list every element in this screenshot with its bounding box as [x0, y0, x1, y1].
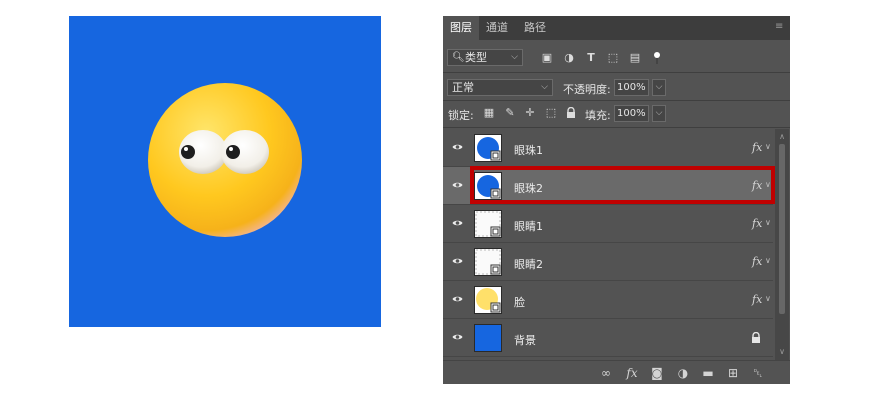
smart-object-filter-icon[interactable]: ▤ [629, 52, 641, 64]
tab-channels[interactable]: 通道 [479, 16, 515, 40]
opacity-input[interactable]: 100% [614, 79, 649, 96]
fill-dropdown-button[interactable]: ⌵ [652, 105, 666, 122]
chevron-down-icon: ⌵ [541, 82, 548, 92]
layer-thumbnail [474, 134, 502, 162]
layer-name[interactable]: 脸 [514, 294, 525, 310]
selection-highlight-box [470, 166, 775, 204]
layer-thumbnail [474, 248, 502, 276]
visibility-eye-icon[interactable] [452, 181, 463, 189]
fill-input[interactable]: 100% [614, 105, 649, 122]
pixel-filter-icon[interactable]: ▣ [541, 52, 553, 64]
lock-image-pixels-icon[interactable]: ✎ [504, 107, 516, 119]
visibility-eye-icon[interactable] [452, 295, 463, 303]
emoji-face-artwork [148, 83, 302, 237]
layer-thumbnail [474, 210, 502, 238]
scrollbar-thumb[interactable] [779, 144, 785, 314]
chevron-down-icon[interactable]: ∨ [765, 256, 771, 265]
panel-tabs: 图层 通道 路径 ≡ [443, 16, 790, 40]
blend-mode-select[interactable]: 正常 ⌵ [447, 79, 553, 96]
layer-effects-icon[interactable]: fx [752, 293, 762, 306]
layer-effects-icon[interactable]: fx [752, 141, 762, 154]
filter-toggle-icon[interactable] [651, 52, 663, 64]
delete-layer-icon[interactable]: ␡ [751, 366, 765, 380]
layer-name[interactable]: 眼睛1 [514, 218, 543, 234]
layer-effects-icon[interactable]: fx [752, 255, 762, 268]
type-filter-icon[interactable]: T [585, 52, 597, 64]
layer-row[interactable]: 眼睛1 fx ∨ [443, 205, 773, 243]
layer-row[interactable]: 眼珠1 fx ∨ [443, 129, 773, 167]
layer-thumbnail [474, 324, 502, 352]
tab-paths[interactable]: 路径 [517, 16, 553, 40]
scroll-down-icon[interactable]: ∨ [778, 347, 786, 356]
scroll-up-icon[interactable]: ∧ [778, 132, 786, 141]
layer-thumbnail [474, 286, 502, 314]
add-mask-icon[interactable]: ◙ [650, 366, 664, 380]
lock-transparent-pixels-icon[interactable]: ▦ [483, 107, 495, 119]
layer-name[interactable]: 眼睛2 [514, 256, 543, 272]
lock-position-icon[interactable]: ✛ [524, 107, 536, 119]
lock-icon[interactable] [751, 332, 761, 343]
add-layer-style-icon[interactable]: fx [625, 366, 639, 380]
layer-row[interactable]: 眼睛2 fx ∨ [443, 243, 773, 281]
adjustment-filter-icon[interactable]: ◑ [563, 52, 575, 64]
new-adjustment-layer-icon[interactable]: ◑ [676, 366, 690, 380]
document-canvas[interactable] [69, 16, 381, 327]
layer-row-background[interactable]: 背景 [443, 319, 773, 357]
layer-effects-icon[interactable]: fx [752, 217, 762, 230]
filter-kind-select[interactable]: 🔍︎ 类型 ⌵ [447, 49, 523, 66]
pupil-right [226, 145, 240, 159]
filter-row: 🔍︎ 类型 ⌵ ▣ ◑ T ⬚ ▤ [443, 44, 790, 68]
chevron-down-icon[interactable]: ∨ [765, 142, 771, 151]
panel-menu-icon[interactable]: ≡ [775, 22, 784, 32]
chevron-down-icon: ⌵ [511, 52, 518, 62]
chevron-down-icon[interactable]: ∨ [765, 218, 771, 227]
layer-row[interactable]: 脸 fx ∨ [443, 281, 773, 319]
layer-name[interactable]: 眼珠1 [514, 142, 543, 158]
search-icon: 🔍︎ [452, 52, 465, 63]
new-layer-icon[interactable]: ⊞ [726, 366, 740, 380]
tab-layers[interactable]: 图层 [443, 16, 479, 40]
layers-list: 眼珠1 fx ∨ 眼珠2 fx ∨ 眼睛1 fx ∨ 眼睛2 fx ∨ 脸 fx… [443, 129, 790, 360]
link-layers-icon[interactable]: ∞ [599, 366, 613, 380]
pupil-left [181, 145, 195, 159]
opacity-label: 不透明度: [563, 83, 611, 96]
visibility-eye-icon[interactable] [452, 143, 463, 151]
layer-name[interactable]: 背景 [514, 332, 536, 348]
opacity-dropdown-button[interactable]: ⌵ [652, 79, 666, 96]
lock-label: 锁定: [448, 109, 474, 122]
visibility-eye-icon[interactable] [452, 257, 463, 265]
lock-all-icon[interactable] [565, 106, 577, 119]
fill-label: 填充: [585, 109, 611, 122]
lock-artboard-icon[interactable]: ⬚ [545, 107, 557, 119]
visibility-eye-icon[interactable] [452, 219, 463, 227]
chevron-down-icon[interactable]: ∨ [765, 294, 771, 303]
visibility-eye-icon[interactable] [452, 333, 463, 341]
shape-filter-icon[interactable]: ⬚ [607, 52, 619, 64]
new-group-icon[interactable]: ▬ [701, 366, 715, 380]
layers-bottom-toolbar: ∞ fx ◙ ◑ ▬ ⊞ ␡ [443, 360, 790, 384]
